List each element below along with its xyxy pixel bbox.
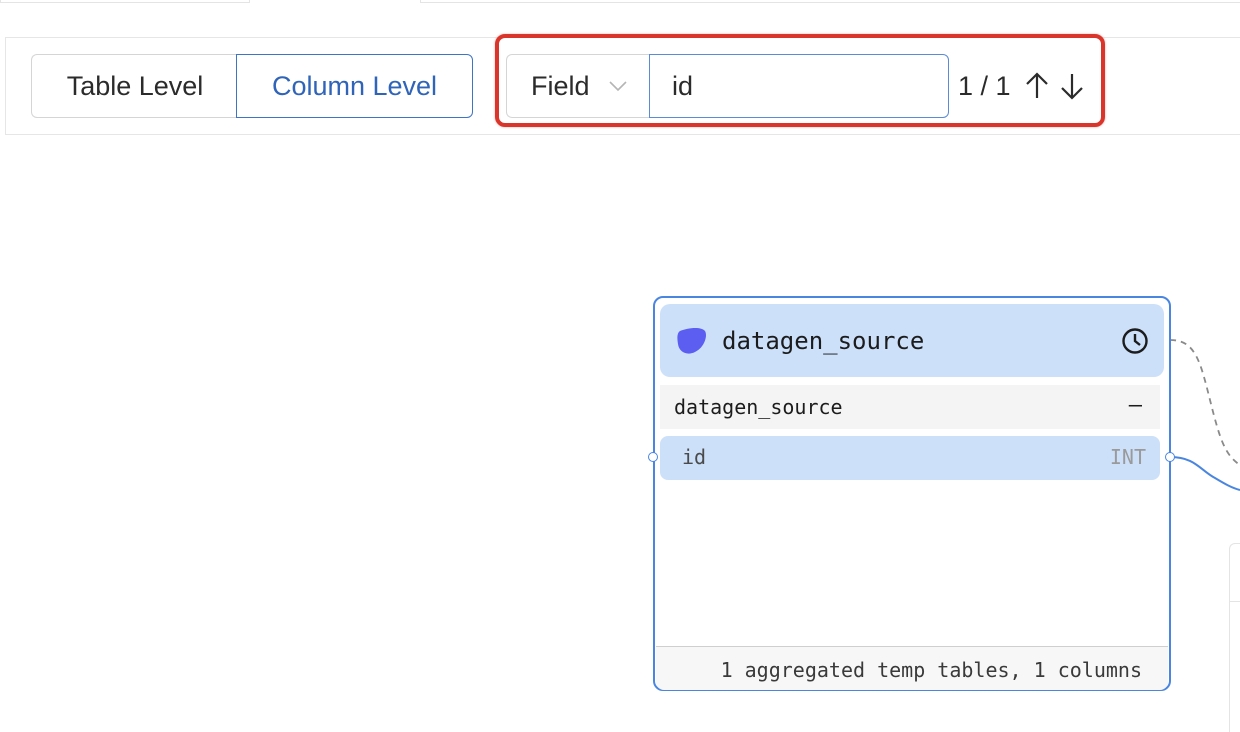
top-panel-fragment [420,0,1240,3]
column-type: INT [1109,445,1146,469]
node-title: datagen_source [722,327,925,355]
table-edge [1169,339,1240,466]
node-footer-text: 1 aggregated temp tables, 1 columns [720,658,1142,682]
column-output-port[interactable] [1165,452,1175,462]
collapse-button[interactable]: – [1129,393,1142,418]
adjacent-node-fragment [1229,543,1240,732]
column-edge [1169,456,1240,491]
top-tab-fragment [0,0,250,3]
search-highlight-box [495,34,1105,127]
source-logo-icon [677,327,706,354]
column-name: id [682,445,707,469]
column-level-button[interactable]: Column Level [236,54,473,118]
table-level-button[interactable]: Table Level [31,54,238,118]
node-footer: 1 aggregated temp tables, 1 columns [656,646,1168,690]
adjacent-node-divider [1229,601,1240,602]
column-row-id[interactable]: id INT [660,436,1160,480]
lineage-page: Table Level Column Level Field 1 / 1 dat… [0,0,1240,732]
table-name-row[interactable]: datagen_source – [660,385,1160,429]
table-name-label: datagen_source [674,395,843,419]
clock-icon[interactable] [1120,326,1150,356]
column-input-port[interactable] [648,452,658,462]
